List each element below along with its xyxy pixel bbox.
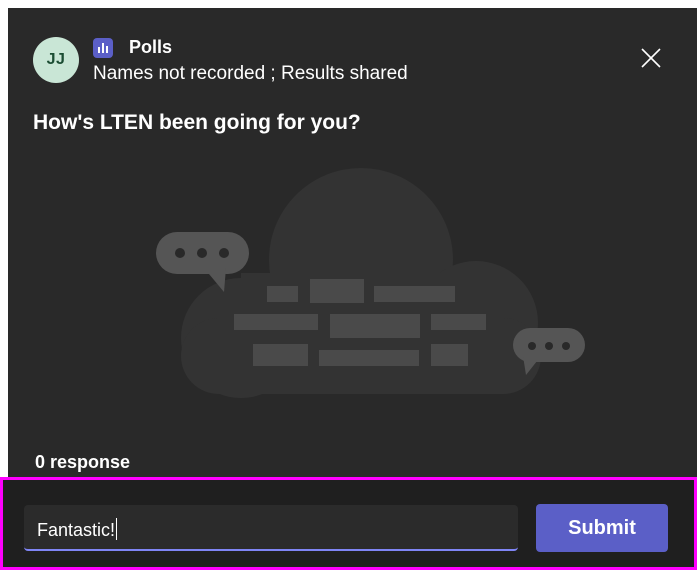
answer-area-highlight: Fantastic! Submit bbox=[0, 477, 697, 570]
close-icon bbox=[641, 48, 661, 68]
answer-input-text: Fantastic! bbox=[37, 518, 118, 540]
response-count: 0 response bbox=[35, 452, 131, 472]
text-caret bbox=[116, 518, 118, 540]
answer-footer: Fantastic! Submit bbox=[0, 477, 697, 570]
answer-input[interactable]: Fantastic! bbox=[24, 505, 518, 551]
poll-chart-icon bbox=[93, 38, 113, 58]
poll-question: How's LTEN been going for you? bbox=[33, 111, 361, 134]
avatar: JJ bbox=[33, 37, 79, 83]
app-name: Polls bbox=[129, 37, 173, 57]
submit-button[interactable]: Submit bbox=[536, 504, 668, 552]
poll-dialog: JJ Polls Names not recorded ; Results sh… bbox=[8, 8, 697, 477]
empty-poll-illustration bbox=[146, 168, 596, 433]
close-button[interactable] bbox=[636, 43, 666, 73]
poll-settings-subtitle: Names not recorded ; Results shared bbox=[93, 63, 408, 84]
